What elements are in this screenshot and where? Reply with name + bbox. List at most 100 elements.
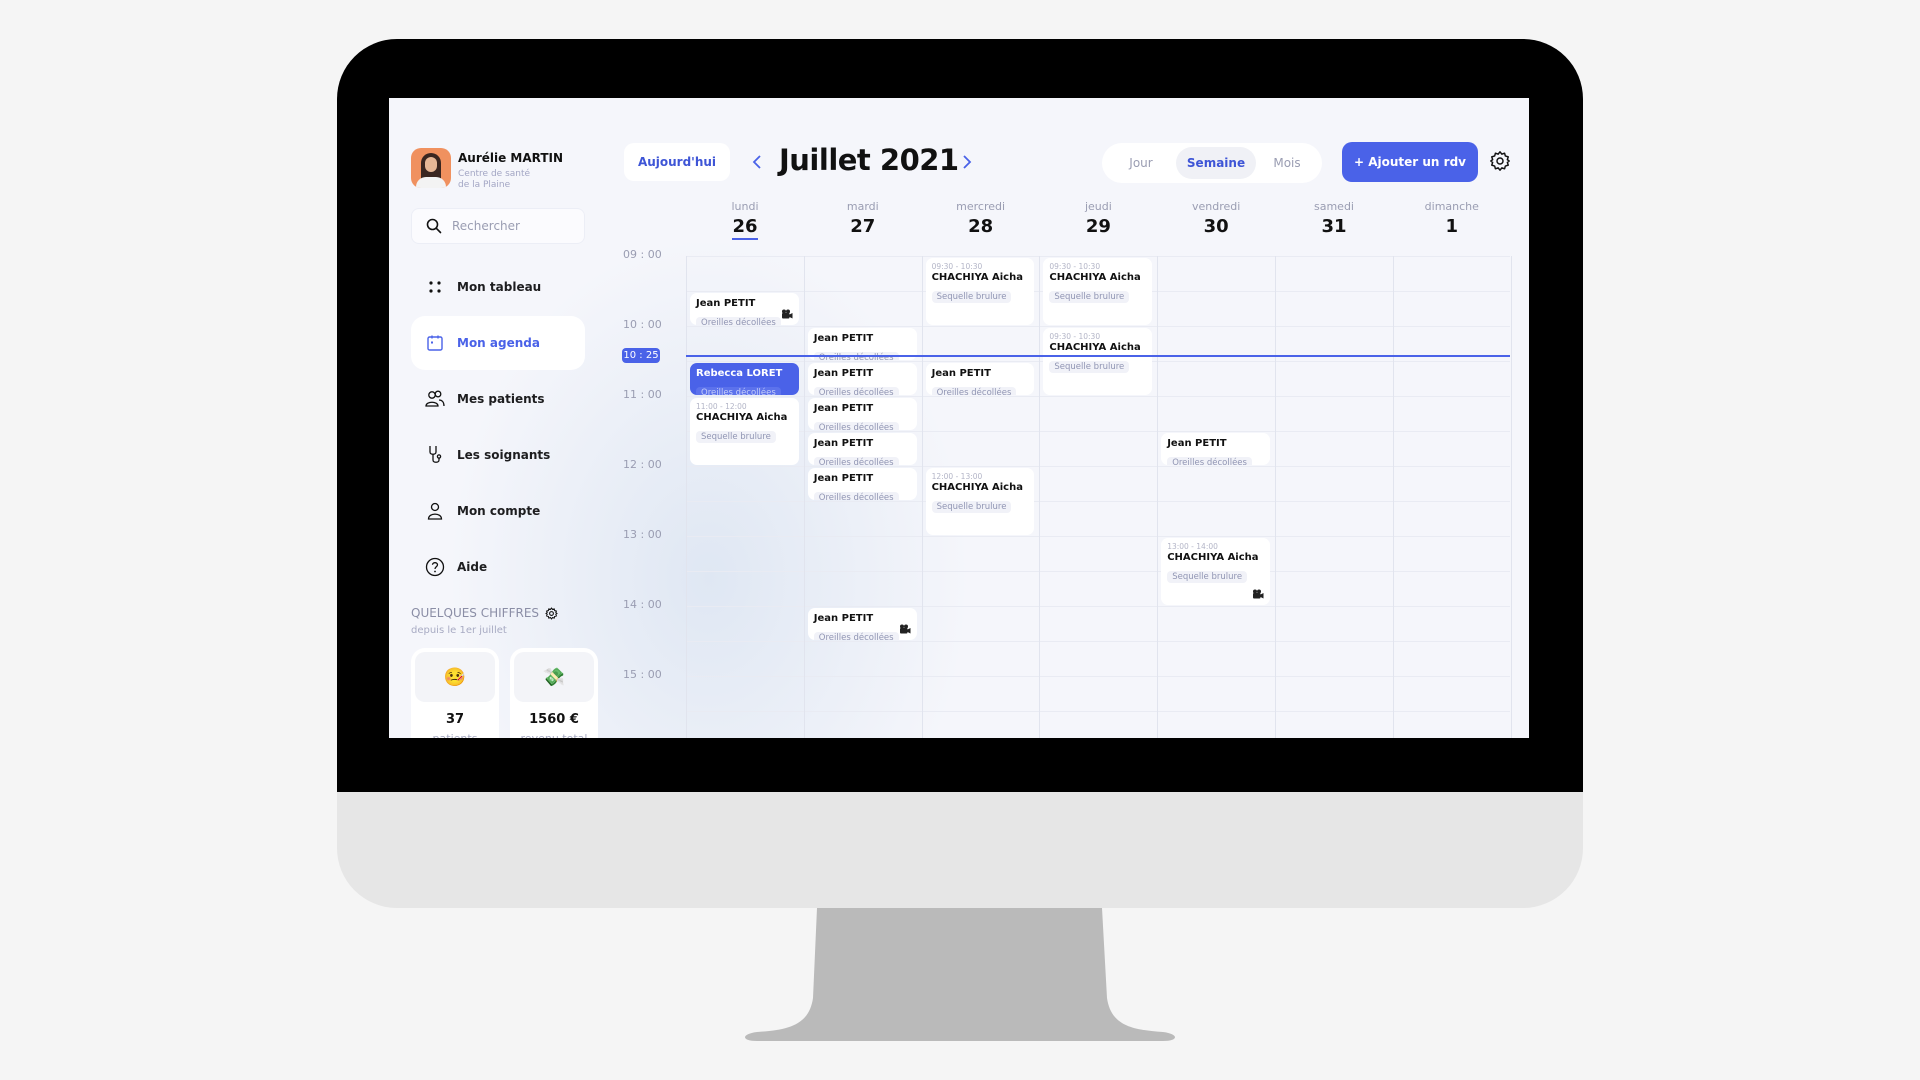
grid-line	[686, 676, 1510, 677]
stat-value: 1560 €	[529, 712, 579, 727]
stethoscope-icon	[425, 445, 445, 465]
today-button[interactable]: Aujourd'hui	[624, 143, 730, 181]
appointment-card[interactable]: Jean PETIT Oreilles décollées	[807, 608, 917, 640]
appointment-reason: Sequelle brulure	[1049, 361, 1130, 373]
avatar	[411, 148, 451, 188]
appointment-card[interactable]: Jean PETIT Oreilles décollées	[807, 433, 917, 465]
patient-name: Jean PETIT	[813, 438, 874, 449]
patient-name: CHACHIYA Aicha	[931, 272, 1023, 283]
current-time-badge: 10 : 25	[622, 348, 660, 364]
sidebar-item-mon-tableau[interactable]: Mon tableau	[411, 260, 585, 314]
patient-name: Jean PETIT	[813, 403, 874, 414]
appointment-reason: Sequelle brulure	[1049, 291, 1130, 303]
appointment-card[interactable]: 09:30 - 10:30 CHACHIYA Aicha Sequelle brul…	[1043, 258, 1153, 325]
calendar-icon	[425, 333, 445, 353]
appointment-reason: Oreilles décollées	[1167, 457, 1252, 465]
appointment-card[interactable]: Jean PETIT Oreilles décollées	[690, 293, 799, 325]
appointment-card[interactable]: Rebecca LORET Oreilles décollées	[690, 363, 799, 395]
appointment-reason: Sequelle brulure	[696, 431, 776, 443]
appointment-reason: Oreilles décollées	[813, 492, 899, 500]
appointment-reason: Oreilles décollées	[813, 632, 899, 640]
patient-name: CHACHIYA Aicha	[931, 482, 1023, 493]
sidebar-item-mon-agenda[interactable]: Mon agenda	[411, 316, 585, 370]
video-camera-icon	[1252, 589, 1264, 599]
time-label: 15 : 00	[623, 668, 662, 681]
appointment-reason: Oreilles décollées	[696, 387, 781, 395]
time-label: 12 : 00	[623, 458, 662, 471]
appointment-card[interactable]: 09:30 - 10:30 CHACHIYA Aicha Sequelle brul…	[1043, 328, 1153, 395]
appointment-reason: Oreilles décollées	[813, 457, 899, 465]
patient-name: Jean PETIT	[696, 298, 756, 309]
grid-line	[686, 256, 1510, 257]
day-name: vendredi	[1192, 200, 1241, 213]
grid-column-divider	[686, 256, 687, 738]
sidebar-item-label: Mon tableau	[457, 280, 542, 294]
view-option-mois[interactable]: Mois	[1256, 147, 1318, 179]
user-name: Aurélie MARTIN	[458, 151, 564, 165]
day-date: 31	[1321, 216, 1347, 237]
appointment-reason: Sequelle brulure	[931, 291, 1012, 303]
appointment-card[interactable]: Jean PETIT Oreilles décollées	[807, 363, 917, 395]
sidebar-item-label: Les soignants	[457, 448, 551, 462]
patient-name: Jean PETIT	[813, 473, 874, 484]
search-box[interactable]	[411, 208, 585, 244]
appointment-card[interactable]: Jean PETIT Oreilles décollées	[807, 398, 917, 430]
day-header[interactable]: dimanche 1	[1393, 200, 1511, 237]
stats-title: QUELQUES CHIFFRES	[411, 606, 558, 620]
grid-line	[686, 396, 1510, 397]
day-header[interactable]: lundi 26	[686, 200, 804, 240]
settings-button[interactable]	[1489, 150, 1513, 174]
patient-name: Jean PETIT	[1167, 438, 1227, 449]
patients-icon	[425, 389, 445, 409]
grid-column-divider	[1275, 256, 1276, 738]
day-header[interactable]: jeudi 29	[1039, 200, 1157, 237]
appointment-card[interactable]: Jean PETIT Oreilles décollées	[925, 363, 1035, 395]
day-header[interactable]: mardi 27	[804, 200, 922, 237]
day-header[interactable]: samedi 31	[1275, 200, 1393, 237]
sidebar-item-les-soignants[interactable]: Les soignants	[411, 428, 585, 482]
money-wings-icon: 💸	[514, 652, 594, 702]
time-label: 09 : 00	[623, 248, 662, 261]
gear-icon[interactable]	[545, 606, 558, 620]
day-name: dimanche	[1424, 200, 1479, 213]
appointment-reason: Sequelle brulure	[1167, 571, 1248, 583]
appointment-reason: Oreilles décollées	[696, 317, 781, 325]
appointment-card[interactable]: 12:00 - 13:00 CHACHIYA Aicha Sequelle brul…	[925, 468, 1035, 535]
time-label: 10 : 00	[623, 318, 662, 331]
sidebar: Aurélie MARTIN Centre de santé de la Pla…	[389, 98, 599, 738]
appointment-card[interactable]: Jean PETIT Oreilles décollées	[1161, 433, 1270, 465]
day-header[interactable]: vendredi 30	[1157, 200, 1275, 237]
sidebar-item-aide[interactable]: Aide	[411, 540, 585, 594]
view-option-semaine[interactable]: Semaine	[1176, 147, 1256, 179]
appointment-card[interactable]: 11:00 - 12:00 CHACHIYA Aicha Sequelle brul…	[690, 398, 799, 465]
stat-value: 37	[445, 712, 465, 727]
appointment-time: 09:30 - 10:30	[931, 262, 983, 271]
user-org-line2: de la Plaine	[458, 180, 511, 190]
grid-column-divider	[1039, 256, 1041, 738]
appointment-card[interactable]: Jean PETIT Oreilles décollées	[807, 468, 917, 500]
time-label: 13 : 00	[623, 528, 662, 541]
appointment-reason: Oreilles décollées	[813, 387, 899, 395]
day-header[interactable]: mercredi 28	[922, 200, 1040, 237]
sidebar-item-mes-patients[interactable]: Mes patients	[411, 372, 585, 426]
grid-line	[686, 571, 1510, 572]
add-appointment-button[interactable]: + Ajouter un rdv	[1342, 142, 1478, 182]
sidebar-item-mon-compte[interactable]: Mon compte	[411, 484, 585, 538]
patient-name: CHACHIYA Aicha	[696, 412, 788, 423]
search-input[interactable]	[452, 219, 582, 233]
day-date: 27	[850, 216, 876, 237]
sick-face-icon: 🤒	[415, 652, 495, 702]
view-option-jour[interactable]: Jour	[1106, 147, 1176, 179]
appointment-card[interactable]: 13:00 - 14:00 CHACHIYA Aicha Sequelle brul…	[1161, 538, 1270, 605]
appointment-time: 09:30 - 10:30	[1049, 332, 1101, 341]
user-profile[interactable]: Aurélie MARTIN Centre de santé de la Pla…	[411, 148, 563, 191]
appointment-card[interactable]: 09:30 - 10:30 CHACHIYA Aicha Sequelle brul…	[925, 258, 1035, 325]
grid-line	[686, 536, 1510, 537]
day-date: 30	[1203, 216, 1229, 237]
next-month-button[interactable]	[957, 150, 977, 174]
prev-month-button[interactable]	[747, 150, 767, 174]
patient-name: CHACHIYA Aicha	[1049, 342, 1141, 353]
patient-name: Rebecca LORET	[696, 368, 783, 379]
sidebar-nav: Mon tableau Mon agenda Mes patients Les …	[411, 260, 585, 596]
day-name: mardi	[846, 200, 879, 213]
